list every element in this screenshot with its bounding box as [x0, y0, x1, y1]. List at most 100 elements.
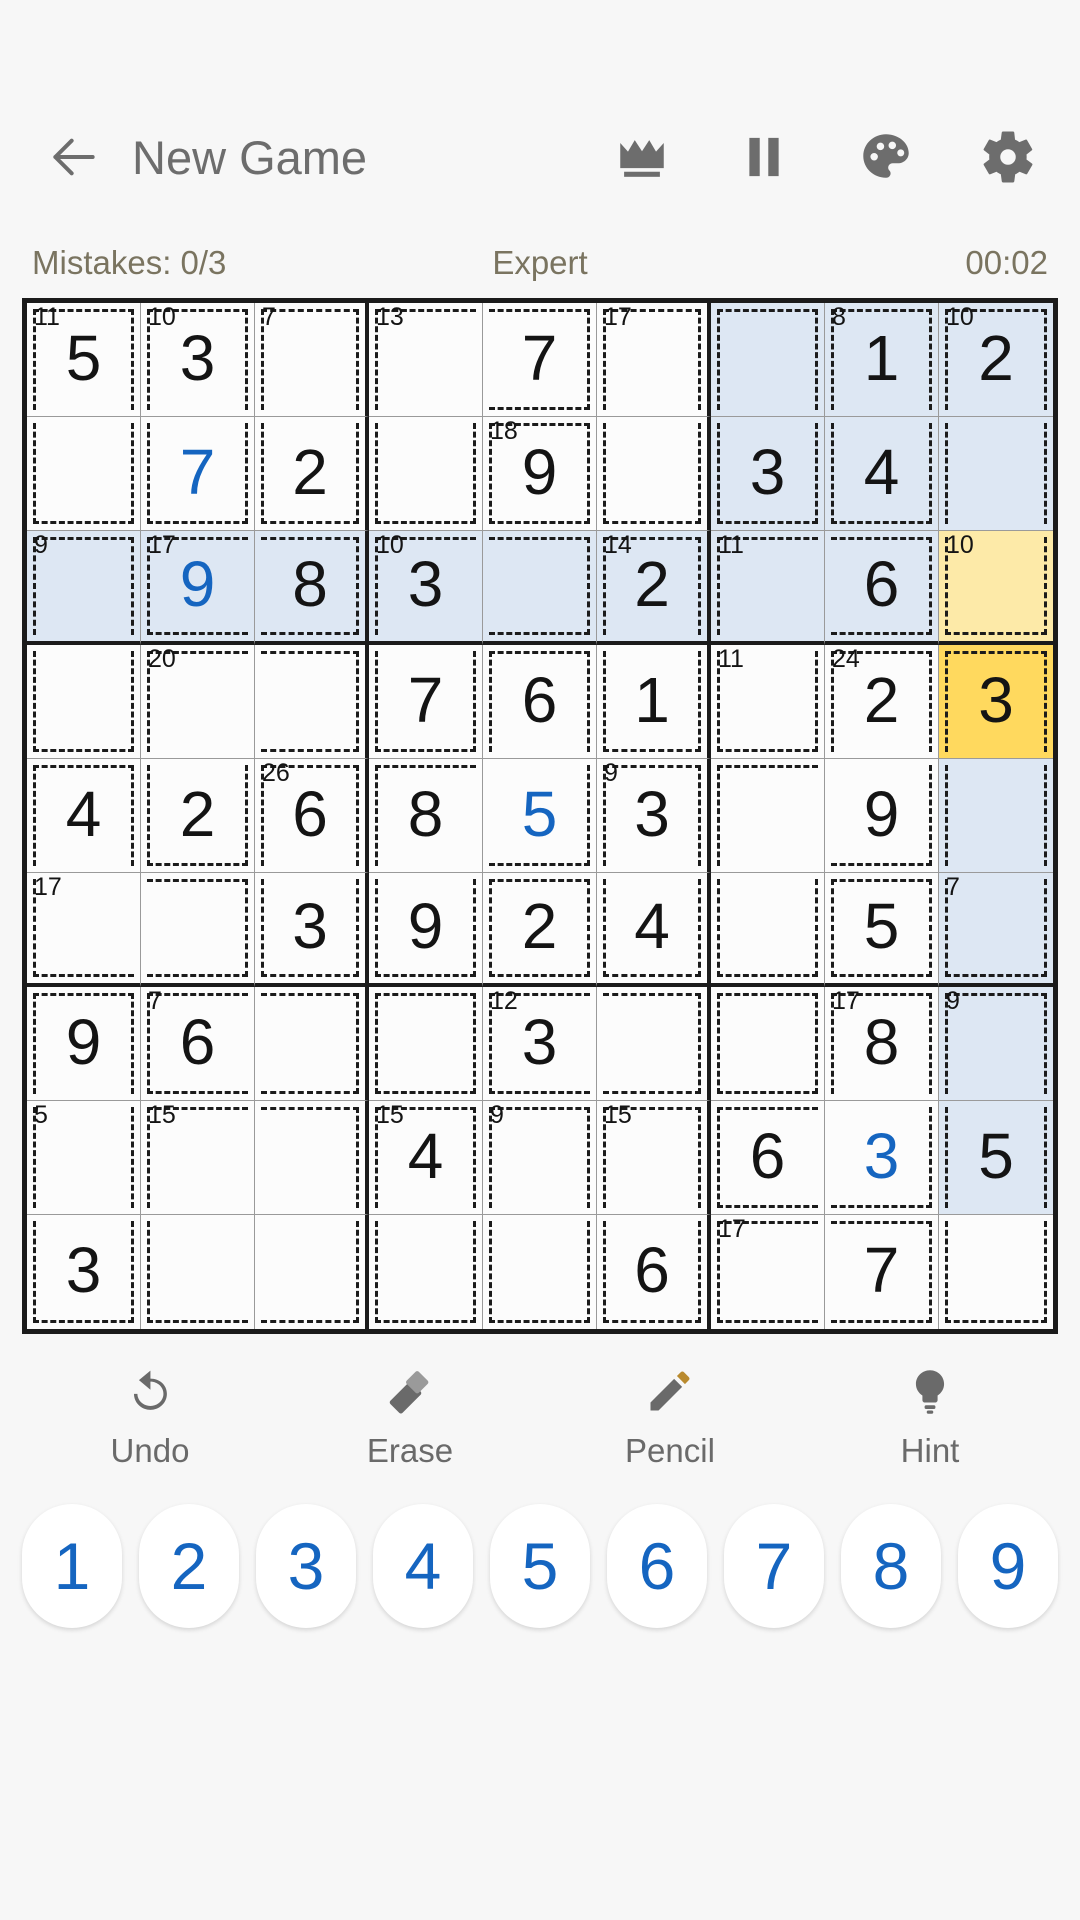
- sudoku-cell[interactable]: [483, 1215, 597, 1329]
- sudoku-cell[interactable]: 2: [483, 873, 597, 987]
- sudoku-cell[interactable]: 17: [597, 303, 711, 417]
- sudoku-cell[interactable]: 9: [27, 531, 141, 645]
- sudoku-board[interactable]: 11 5 10 3 7 13 7 17 8 1 10 2 7 2 18 9 3 4 9 17 9 8 10 3 14 2 11 6 10…: [22, 298, 1058, 1334]
- sudoku-cell[interactable]: 18 9: [483, 417, 597, 531]
- sudoku-cell[interactable]: 13: [369, 303, 483, 417]
- sudoku-cell[interactable]: 11: [711, 645, 825, 759]
- sudoku-cell[interactable]: 4: [27, 759, 141, 873]
- sudoku-cell[interactable]: 5: [825, 873, 939, 987]
- sudoku-cell[interactable]: 6: [597, 1215, 711, 1329]
- pause-icon[interactable]: [732, 125, 796, 189]
- sudoku-cell[interactable]: 15 4: [369, 1101, 483, 1215]
- sudoku-cell[interactable]: [939, 417, 1053, 531]
- numpad-key-5[interactable]: 5: [490, 1504, 590, 1628]
- sudoku-cell[interactable]: 9: [483, 1101, 597, 1215]
- sudoku-cell[interactable]: 12 3: [483, 987, 597, 1101]
- sudoku-cell[interactable]: 10 3: [369, 531, 483, 645]
- sudoku-cell[interactable]: [939, 1215, 1053, 1329]
- sudoku-cell[interactable]: 15: [597, 1101, 711, 1215]
- sudoku-cell[interactable]: [711, 303, 825, 417]
- sudoku-cell[interactable]: 26 6: [255, 759, 369, 873]
- sudoku-cell[interactable]: [711, 987, 825, 1101]
- sudoku-cell[interactable]: 17 9: [141, 531, 255, 645]
- sudoku-cell[interactable]: 7: [255, 303, 369, 417]
- numpad-key-8[interactable]: 8: [841, 1504, 941, 1628]
- sudoku-cell[interactable]: [369, 987, 483, 1101]
- sudoku-cell[interactable]: 17: [711, 1215, 825, 1329]
- sudoku-cell[interactable]: 7: [483, 303, 597, 417]
- sudoku-cell[interactable]: [255, 1215, 369, 1329]
- sudoku-cell[interactable]: [141, 1215, 255, 1329]
- sudoku-cell[interactable]: 3: [939, 645, 1053, 759]
- action-pencil-button[interactable]: Pencil: [540, 1360, 800, 1470]
- crown-icon[interactable]: [610, 125, 674, 189]
- numpad-key-9[interactable]: 9: [958, 1504, 1058, 1628]
- sudoku-cell[interactable]: [711, 759, 825, 873]
- numpad-key-2[interactable]: 2: [139, 1504, 239, 1628]
- sudoku-cell[interactable]: [255, 1101, 369, 1215]
- sudoku-cell[interactable]: [711, 873, 825, 987]
- sudoku-cell[interactable]: 17: [27, 873, 141, 987]
- sudoku-cell[interactable]: 7: [825, 1215, 939, 1329]
- sudoku-cell[interactable]: 2: [141, 759, 255, 873]
- numpad-key-7[interactable]: 7: [724, 1504, 824, 1628]
- sudoku-cell[interactable]: 1: [597, 645, 711, 759]
- sudoku-cell[interactable]: [27, 645, 141, 759]
- sudoku-cell[interactable]: 9: [27, 987, 141, 1101]
- gear-icon[interactable]: [976, 125, 1040, 189]
- sudoku-cell[interactable]: 15: [141, 1101, 255, 1215]
- sudoku-cell[interactable]: [483, 531, 597, 645]
- sudoku-cell[interactable]: 7: [939, 873, 1053, 987]
- sudoku-cell[interactable]: 8: [255, 531, 369, 645]
- sudoku-cell[interactable]: 24 2: [825, 645, 939, 759]
- sudoku-cell[interactable]: 4: [825, 417, 939, 531]
- sudoku-cell[interactable]: 4: [597, 873, 711, 987]
- sudoku-cell[interactable]: 9: [939, 987, 1053, 1101]
- action-hint-button[interactable]: Hint: [800, 1360, 1060, 1470]
- sudoku-cell[interactable]: 81: [825, 303, 939, 417]
- sudoku-cell[interactable]: 10 2: [939, 303, 1053, 417]
- sudoku-cell[interactable]: 20: [141, 645, 255, 759]
- sudoku-cell[interactable]: 6: [711, 1101, 825, 1215]
- numpad-key-1[interactable]: 1: [22, 1504, 122, 1628]
- sudoku-cell[interactable]: [255, 987, 369, 1101]
- palette-icon[interactable]: [854, 125, 918, 189]
- sudoku-cell[interactable]: 6: [825, 531, 939, 645]
- sudoku-cell[interactable]: 3: [711, 417, 825, 531]
- sudoku-cell[interactable]: 93: [597, 759, 711, 873]
- sudoku-cell[interactable]: [27, 417, 141, 531]
- sudoku-grid[interactable]: 11 5 10 3 7 13 7 17 8 1 10 2 7 2 18 9 3 4 9 17 9 8 10 3 14 2 11 6 10…: [27, 303, 1053, 1329]
- action-erase-button[interactable]: Erase: [280, 1360, 540, 1470]
- action-undo-button[interactable]: Undo: [20, 1360, 280, 1470]
- sudoku-cell[interactable]: [141, 873, 255, 987]
- sudoku-cell[interactable]: 11 5: [27, 303, 141, 417]
- sudoku-cell[interactable]: [369, 417, 483, 531]
- sudoku-cell[interactable]: 14 2: [597, 531, 711, 645]
- sudoku-cell[interactable]: 3: [255, 873, 369, 987]
- sudoku-cell[interactable]: 7: [369, 645, 483, 759]
- numpad-key-3[interactable]: 3: [256, 1504, 356, 1628]
- sudoku-cell[interactable]: 17 8: [825, 987, 939, 1101]
- sudoku-cell[interactable]: [939, 759, 1053, 873]
- sudoku-cell[interactable]: 5: [27, 1101, 141, 1215]
- sudoku-cell[interactable]: 8: [369, 759, 483, 873]
- sudoku-cell[interactable]: [255, 645, 369, 759]
- sudoku-cell[interactable]: 5: [483, 759, 597, 873]
- sudoku-cell[interactable]: 6: [483, 645, 597, 759]
- numpad-key-6[interactable]: 6: [607, 1504, 707, 1628]
- sudoku-cell[interactable]: [369, 1215, 483, 1329]
- sudoku-cell[interactable]: 5: [939, 1101, 1053, 1215]
- sudoku-cell[interactable]: 3: [27, 1215, 141, 1329]
- numpad-key-4[interactable]: 4: [373, 1504, 473, 1628]
- sudoku-cell[interactable]: 3: [825, 1101, 939, 1215]
- back-arrow-icon[interactable]: [46, 129, 102, 185]
- sudoku-cell[interactable]: 11: [711, 531, 825, 645]
- sudoku-cell[interactable]: 2: [255, 417, 369, 531]
- sudoku-cell[interactable]: 10 3: [141, 303, 255, 417]
- sudoku-cell[interactable]: 9: [369, 873, 483, 987]
- sudoku-cell[interactable]: 9: [825, 759, 939, 873]
- sudoku-cell[interactable]: 76: [141, 987, 255, 1101]
- sudoku-cell[interactable]: 7: [141, 417, 255, 531]
- sudoku-cell[interactable]: 10: [939, 531, 1053, 645]
- sudoku-cell[interactable]: [597, 987, 711, 1101]
